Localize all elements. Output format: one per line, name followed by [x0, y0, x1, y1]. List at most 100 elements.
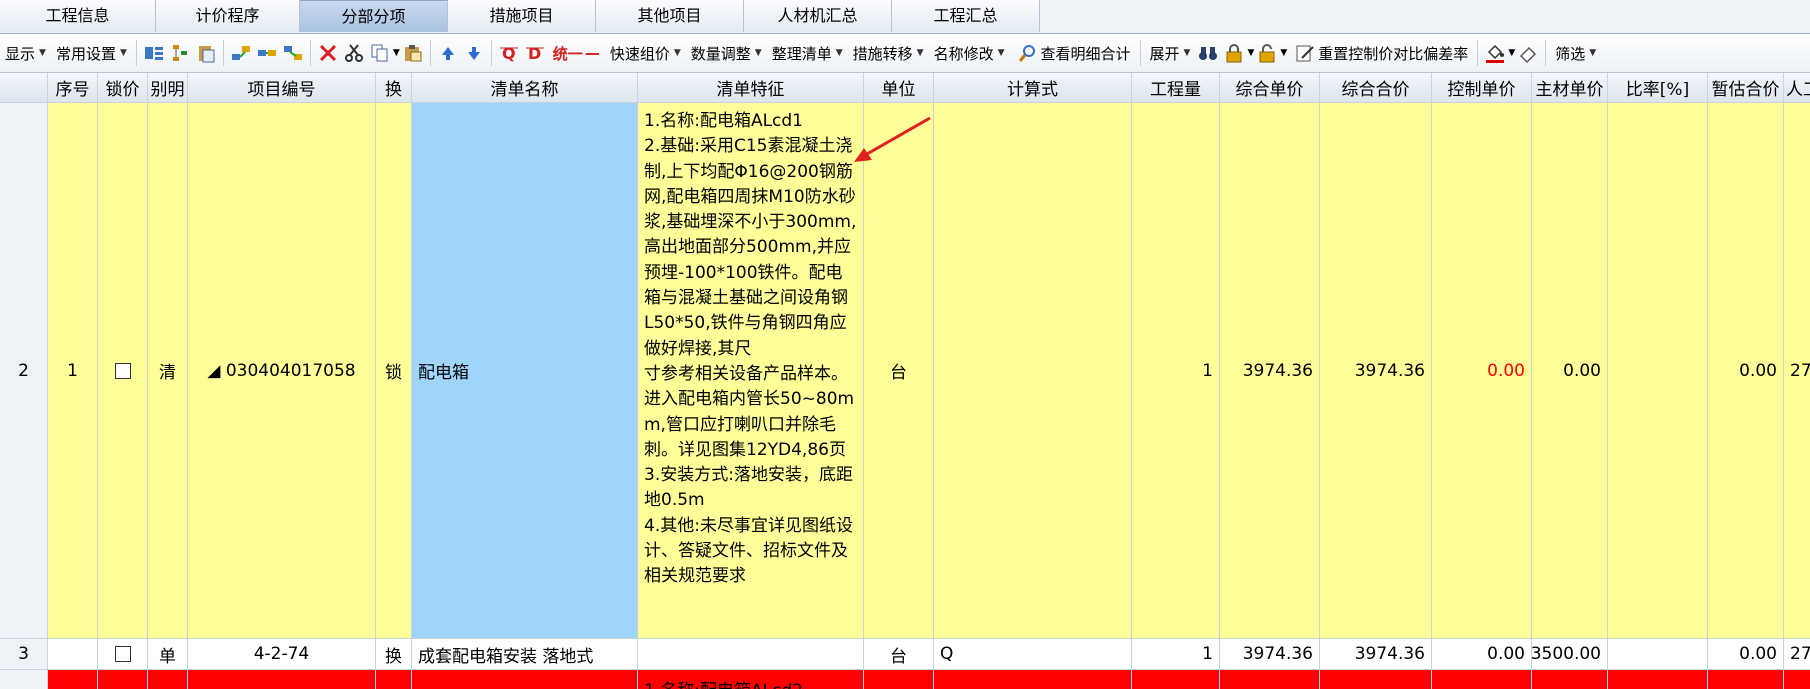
delete-icon[interactable] [317, 42, 339, 64]
col-quantity[interactable]: 工程量 [1132, 73, 1220, 103]
row-number[interactable]: 2 [0, 103, 48, 639]
lock-price-checkbox[interactable] [114, 362, 131, 379]
list-name-cell[interactable] [412, 670, 638, 689]
quick-group-menu[interactable]: 快速组价 ▼ [605, 38, 686, 68]
tidy-list-menu[interactable]: 整理清单 ▼ [767, 38, 848, 68]
seq-cell[interactable] [48, 670, 98, 689]
lock-price-checkbox[interactable] [114, 646, 131, 662]
rename-menu[interactable]: 名称修改 ▼ [929, 38, 1010, 68]
tab-pricing-program[interactable]: 计价程序 [156, 0, 300, 32]
paste-special-icon[interactable] [402, 42, 424, 64]
unit-cell[interactable] [864, 670, 934, 689]
unit-price-cell[interactable] [1220, 670, 1320, 689]
qty-adjust-menu[interactable]: 数量调整 ▼ [686, 38, 767, 68]
swap-cell[interactable]: 换 [376, 639, 412, 670]
table-row[interactable]: 3 单 4-2-74 换 成套配电箱安装 落地式 台 Q 1 3974.36 3… [0, 639, 1810, 670]
table-row[interactable]: 1.名称:配电箱ALcd2 [0, 670, 1810, 689]
tab-other-items[interactable]: 其他项目 [596, 0, 744, 32]
tab-project-info[interactable]: 工程信息 [0, 0, 156, 32]
col-unit-price[interactable]: 综合单价 [1220, 73, 1320, 103]
measure-transfer-menu[interactable]: 措施转移 ▼ [848, 38, 929, 68]
expand-menu[interactable]: 展开 ▼ [1145, 38, 1196, 68]
view-detail-button[interactable]: 查看明细合计 [1010, 38, 1136, 68]
col-row-number[interactable] [0, 73, 48, 103]
col-category[interactable]: 别明 [148, 73, 188, 103]
col-seq[interactable]: 序号 [48, 73, 98, 103]
formula-cell[interactable]: Q [934, 639, 1132, 670]
paste-icon[interactable] [195, 42, 217, 64]
est-total-cell[interactable] [1708, 670, 1784, 689]
lock-price-cell[interactable] [98, 103, 148, 639]
list-feature-cell[interactable] [638, 639, 864, 670]
unlock-icon[interactable] [1256, 42, 1278, 64]
level-down-icon[interactable] [256, 42, 278, 64]
quantity-cell[interactable]: 1 [1132, 639, 1220, 670]
copy-dropdown-icon[interactable]: ▼ [393, 48, 400, 58]
reset-control-button[interactable]: 重置控制价对比偏差率 [1287, 38, 1473, 68]
formula-cell[interactable] [934, 670, 1132, 689]
swap-cell[interactable]: 锁 [376, 103, 412, 639]
main-material-price-cell[interactable] [1532, 670, 1608, 689]
row-number[interactable]: 3 [0, 639, 48, 670]
lock-icon[interactable] [1223, 42, 1245, 64]
ratio-cell[interactable] [1608, 670, 1708, 689]
tab-measures[interactable]: 措施项目 [448, 0, 596, 32]
display-menu[interactable]: 显示 ▼ [0, 38, 51, 68]
swap-cell[interactable] [376, 670, 412, 689]
seq-cell[interactable]: 1 [48, 103, 98, 639]
item-code-cell[interactable]: ◢ 030404017058 [188, 103, 376, 639]
main-material-price-cell[interactable]: 3500.00 [1532, 639, 1608, 670]
unit-cell[interactable]: 台 [864, 639, 934, 670]
item-code-cell[interactable] [188, 670, 376, 689]
unlock-dropdown-icon[interactable]: ▼ [1280, 48, 1287, 58]
col-list-feature[interactable]: 清单特征 [638, 73, 864, 103]
unify-button[interactable]: 统一 — [548, 38, 605, 68]
list-name-cell[interactable]: 配电箱 [412, 103, 638, 639]
unit-price-cell[interactable]: 3974.36 [1220, 639, 1320, 670]
category-cell[interactable]: 单 [148, 639, 188, 670]
list-feature-cell[interactable]: 1.名称:配电箱ALcd1 2.基础:采用C15素混凝土浇制,上下均配Φ16@2… [638, 103, 864, 639]
common-settings-menu[interactable]: 常用设置 ▼ [51, 38, 132, 68]
col-labor[interactable]: 人工 [1784, 73, 1810, 103]
col-unit[interactable]: 单位 [864, 73, 934, 103]
lock-price-cell[interactable] [98, 639, 148, 670]
eraser-icon[interactable] [1517, 42, 1539, 64]
lock-dropdown-icon[interactable]: ▼ [1247, 48, 1254, 58]
col-list-name[interactable]: 清单名称 [412, 73, 638, 103]
col-main-material-price[interactable]: 主材单价 [1532, 73, 1608, 103]
tab-sub-items[interactable]: 分部分项 [300, 0, 448, 32]
move-down-icon[interactable] [463, 42, 485, 64]
level-right-icon[interactable] [282, 42, 304, 64]
col-control-price[interactable]: 控制单价 [1432, 73, 1532, 103]
quantity-q-icon[interactable]: Q [498, 42, 520, 64]
unit-price-cell[interactable]: 3974.36 [1220, 103, 1320, 639]
copy-icon[interactable] [369, 42, 391, 64]
control-price-cell[interactable] [1432, 670, 1532, 689]
col-swap[interactable]: 换 [376, 73, 412, 103]
labor-cell[interactable] [1784, 670, 1810, 689]
control-price-cell[interactable]: 0.00 [1432, 103, 1532, 639]
labor-cell[interactable]: 27 [1784, 103, 1810, 639]
ratio-cell[interactable] [1608, 639, 1708, 670]
col-ratio[interactable]: 比率[%] [1608, 73, 1708, 103]
add-sub-item-icon[interactable] [169, 42, 191, 64]
list-name-cell[interactable]: 成套配电箱安装 落地式 [412, 639, 638, 670]
col-item-code[interactable]: 项目编号 [188, 73, 376, 103]
formula-cell[interactable] [934, 103, 1132, 639]
col-est-total[interactable]: 暂估合价 [1708, 73, 1784, 103]
binoculars-icon[interactable] [1197, 42, 1219, 64]
lock-price-cell[interactable] [98, 670, 148, 689]
level-up-icon[interactable] [230, 42, 252, 64]
category-cell[interactable] [148, 670, 188, 689]
define-d-icon[interactable]: D [524, 42, 546, 64]
table-row[interactable]: 2 1 清 ◢ 030404017058 锁 配电箱 1.名称:配电箱ALcd1… [0, 103, 1810, 639]
list-feature-cell[interactable]: 1.名称:配电箱ALcd2 [638, 670, 864, 689]
quantity-cell[interactable] [1132, 670, 1220, 689]
total-price-cell[interactable] [1320, 670, 1432, 689]
quantity-cell[interactable]: 1 [1132, 103, 1220, 639]
category-cell[interactable]: 清 [148, 103, 188, 639]
control-price-cell[interactable]: 0.00 [1432, 639, 1532, 670]
ratio-cell[interactable] [1608, 103, 1708, 639]
est-total-cell[interactable]: 0.00 [1708, 103, 1784, 639]
seq-cell[interactable] [48, 639, 98, 670]
